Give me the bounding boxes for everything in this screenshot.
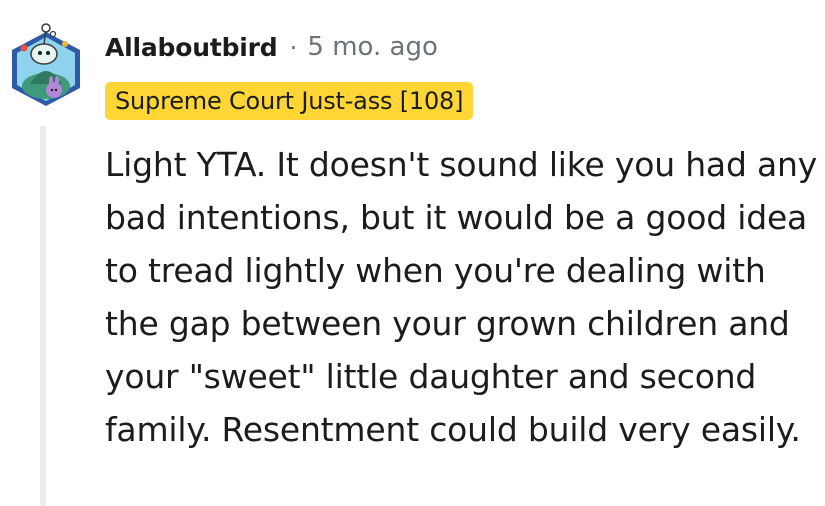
user-flair: Supreme Court Just-ass [108] — [105, 82, 474, 120]
snoo-avatar-icon[interactable] — [8, 14, 84, 108]
username-link[interactable]: Allaboutbird — [105, 33, 278, 62]
separator-dot: · — [289, 32, 298, 62]
timestamp[interactable]: 5 mo. ago — [307, 32, 437, 62]
comment-body: Light YTA. It doesn't sound like you had… — [105, 145, 818, 449]
comment-header: Allaboutbird · 5 mo. ago — [105, 28, 438, 66]
thread-line[interactable] — [40, 126, 46, 506]
comment: Allaboutbird · 5 mo. ago Supreme Court J… — [0, 0, 825, 506]
